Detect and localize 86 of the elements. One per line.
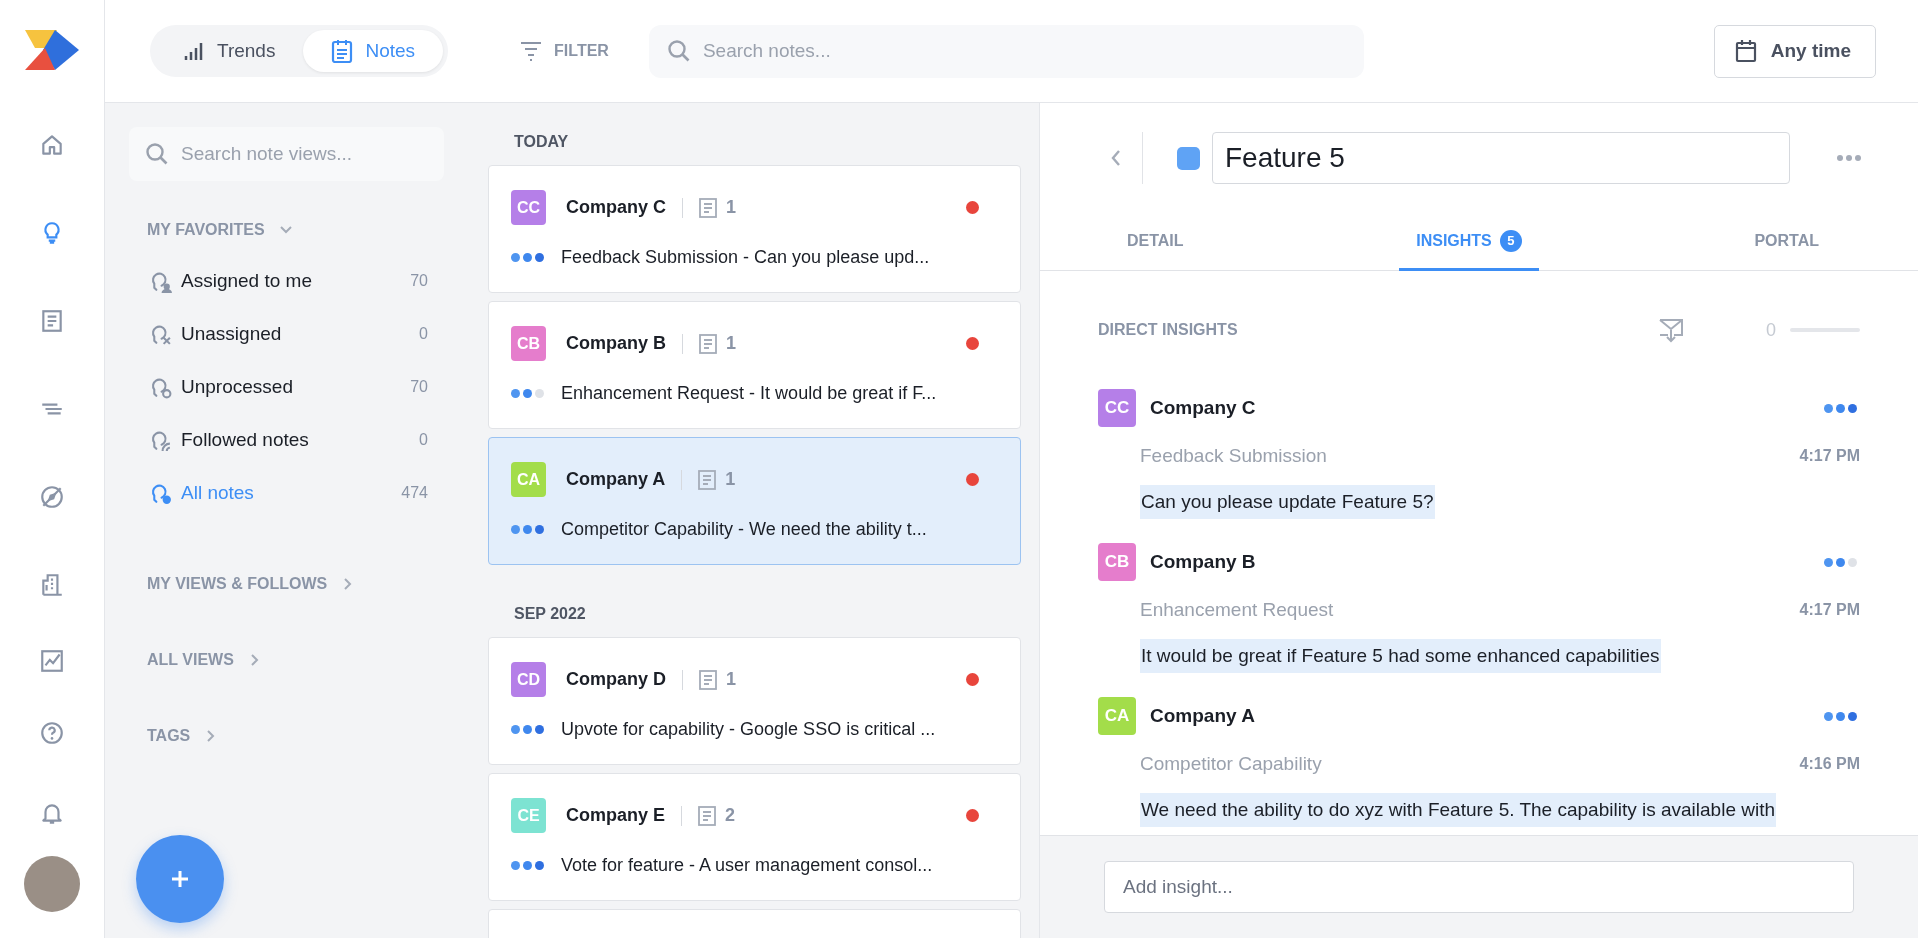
company-name: Company C	[1150, 397, 1257, 419]
view-item[interactable]: Assigned to me 70	[147, 261, 444, 301]
company-name: Company E	[566, 805, 666, 826]
insight-text: Can you please update Feature 5?	[1140, 485, 1435, 519]
company-avatar: CD	[511, 662, 546, 697]
view-tab[interactable]: Trends	[155, 30, 304, 72]
insight-type: Enhancement Request	[1140, 599, 1334, 621]
search-field[interactable]: Search notes...	[648, 24, 1364, 78]
company-avatar: CA	[1098, 697, 1136, 735]
company-name: Company B	[566, 333, 666, 354]
more-icon	[1836, 154, 1862, 162]
back-button[interactable]	[1110, 132, 1143, 184]
view-item[interactable]: Unprocessed 70	[147, 367, 444, 407]
add-insight-field[interactable]: Add insight...	[1104, 861, 1854, 913]
search-icon	[666, 38, 691, 63]
document-icon	[699, 333, 717, 354]
company-name: Company D	[566, 669, 666, 690]
item-count: 70	[410, 272, 429, 290]
clipboard-icon	[331, 39, 354, 63]
company-name: Company A	[1150, 705, 1256, 727]
insight-text: It would be great if Feature 5 had some enhanced capabilities	[1140, 639, 1661, 673]
insight-text: We need the ability to do xyz with Feature 5. The capability is available with	[1140, 793, 1777, 827]
company-avatar: CC	[1098, 389, 1136, 427]
plus-icon	[170, 869, 190, 889]
company-avatar: CA	[511, 462, 546, 497]
company-avatar: CC	[511, 190, 546, 225]
document-icon	[699, 197, 717, 218]
insight-type: Competitor Capability	[1140, 753, 1322, 775]
note-card[interactable]: CD Company D 1 Upvote for capability - Google SSO is critical ...	[488, 637, 1021, 765]
note-card[interactable]: CA Company A 1 Competitor Capability - We need the ability t...	[488, 437, 1021, 565]
home-icon[interactable]	[39, 132, 65, 158]
view-item[interactable]: Followed notes 0	[147, 420, 444, 460]
insight-count: 2	[698, 805, 736, 826]
user-avatar[interactable]	[24, 856, 80, 912]
insight-time: 4:17 PM	[1799, 601, 1860, 619]
company-avatar: CB	[511, 326, 546, 361]
insight-count: 1	[699, 197, 737, 218]
note-summary: Competitor Capability - We need the ability t...	[561, 519, 927, 540]
feature-color-swatch[interactable]	[1177, 146, 1200, 170]
feature-title-field[interactable]: Feature 5	[1212, 132, 1790, 184]
calendar-icon	[1734, 39, 1757, 63]
mail-download-icon[interactable]	[1658, 317, 1684, 343]
note-card[interactable]: CB Company B 1 Enhancement Request - It would be great if F...	[488, 301, 1021, 429]
company-name: Company C	[566, 197, 666, 218]
company-name: Company B	[1150, 551, 1257, 573]
insight-time: 4:16 PM	[1799, 755, 1860, 773]
company-avatar: CB	[1098, 543, 1136, 581]
note-summary: Enhancement Request - It would be great if F...	[561, 383, 937, 404]
document-icon[interactable]	[39, 308, 65, 334]
document-icon	[699, 669, 717, 690]
search-icon	[145, 142, 169, 166]
chevron-icon	[1110, 149, 1122, 167]
company-name: Company A	[566, 469, 666, 490]
date-group-heading: TODAY	[514, 133, 569, 151]
insight-count: 1	[699, 669, 737, 690]
insight-counter: 0	[1766, 319, 1776, 341]
filter-icon	[520, 40, 543, 62]
note-summary: Upvote for capability - Google SSO is critical ...	[561, 719, 936, 740]
note-summary: Vote for feature - A user management consol...	[561, 855, 933, 876]
note-card[interactable]: CE Company E 2 Vote for feature - A user management consol...	[488, 773, 1021, 901]
date-group-heading: SEP 2022	[514, 605, 586, 623]
search-field[interactable]: Search note views...	[129, 127, 444, 181]
insight-type: Feedback Submission	[1140, 445, 1327, 467]
help-icon[interactable]	[39, 720, 65, 746]
note-card[interactable]: CC Company C 1 Feedback Submission - Can you please upd...	[488, 165, 1021, 293]
view-item[interactable]: Unassigned 0	[147, 314, 444, 354]
date-range-button[interactable]: Any time	[1713, 24, 1876, 78]
add-button[interactable]	[136, 835, 224, 923]
item-count: 70	[410, 378, 429, 396]
bar-chart-icon	[183, 41, 205, 61]
insight-time: 4:17 PM	[1799, 447, 1860, 465]
item-count: 474	[401, 484, 429, 502]
count-badge: 5	[1499, 229, 1522, 252]
chart-icon[interactable]	[39, 648, 65, 674]
document-icon	[698, 805, 717, 826]
compass-icon[interactable]	[39, 484, 65, 510]
insight-count: 1	[698, 469, 736, 490]
logo-icon[interactable]	[25, 30, 79, 70]
item-count: 0	[419, 431, 429, 449]
note-summary: Feedback Submission - Can you please upd...	[561, 247, 930, 268]
item-count: 0	[419, 325, 429, 343]
document-icon	[698, 469, 717, 490]
section-heading: DIRECT INSIGHTS	[1098, 321, 1239, 339]
building-icon[interactable]	[39, 572, 65, 598]
company-avatar: CE	[511, 798, 546, 833]
insight-count: 1	[699, 333, 737, 354]
